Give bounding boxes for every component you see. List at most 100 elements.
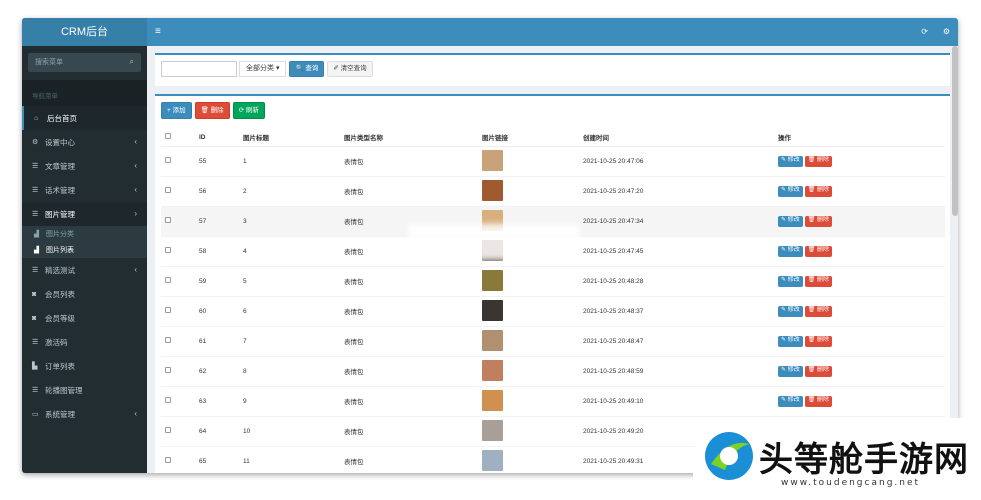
cell-type: 表情包 [344,145,482,176]
sidebar-item[interactable]: ☰ 轮播图管理 [22,378,147,402]
chevron-icon[interactable]: ‹ [134,409,137,418]
cell-title: 11 [243,445,344,473]
row-checkbox[interactable] [165,187,171,193]
sidebar-item[interactable]: ☰ 精选测试 ‹ [22,258,147,282]
submenu-item[interactable]: ▟ 图片分类 [22,226,147,242]
delete-button[interactable]: 🗑 删除 [194,102,230,119]
row-checkbox[interactable] [165,157,171,163]
image-thumbnail[interactable] [482,179,503,201]
refresh-icon[interactable]: ⟳ [921,27,928,36]
sidebar-item[interactable]: ◙ 会员等级 [22,306,147,330]
select-all-checkbox[interactable] [165,133,171,140]
edit-button[interactable]: ✎ 修改 [778,305,803,317]
row-checkbox[interactable] [165,427,171,433]
row-checkbox[interactable] [165,457,171,464]
search-icon[interactable]: ⌕ [130,57,134,67]
sidebar-item[interactable]: ☰ 文章管理 ‹ [22,154,147,178]
watermark-title: 头等舱手游网 [759,440,969,480]
table-row[interactable]: 62 8 表情包 2021-10-25 20:48:59 ✎ 修改 🗑 删除 [161,355,945,386]
sidebar-item[interactable]: ☰ 图片管理 › [22,202,147,226]
table-row[interactable]: 61 7 表情包 2021-10-25 20:48:47 ✎ 修改 🗑 删除 [161,325,945,356]
col-link[interactable]: 图片链接 [482,129,583,147]
row-checkbox[interactable] [165,337,171,343]
row-delete-button[interactable]: 🗑 删除 [804,275,832,287]
row-checkbox[interactable] [165,307,171,313]
row-delete-button[interactable]: 🗑 删除 [804,215,832,227]
col-created[interactable]: 创建时间 [583,129,778,147]
edit-button[interactable]: ✎ 修改 [778,275,803,287]
col-id[interactable]: ID [199,129,243,147]
cell-id: 65 [199,445,243,473]
edit-button[interactable]: ✎ 修改 [778,335,803,347]
keyword-input[interactable] [161,61,237,77]
sidebar-item-label: 话术管理 [45,185,75,195]
sidebar-item[interactable]: ☰ 话术管理 ‹ [22,178,147,202]
menu-search-input[interactable] [28,53,141,72]
edit-button[interactable]: ✎ 修改 [778,215,803,227]
cell-type: 表情包 [344,325,482,356]
row-checkbox[interactable] [165,247,171,253]
user-icon: ◙ [32,314,37,322]
col-type[interactable]: 图片类型名称 [344,129,482,147]
image-thumbnail[interactable] [482,299,503,321]
edit-button[interactable]: ✎ 修改 [778,395,803,407]
row-delete-button[interactable]: 🗑 删除 [804,335,832,347]
row-checkbox[interactable] [165,217,171,223]
image-thumbnail[interactable] [482,269,503,291]
row-delete-button[interactable]: 🗑 删除 [804,365,832,377]
image-thumbnail[interactable] [482,149,503,171]
cell-created: 2021-10-25 20:47:20 [583,175,778,206]
sidebar-item[interactable]: ⌂ 后台首页 [22,106,147,130]
table-row[interactable]: 59 5 表情包 2021-10-25 20:48:28 ✎ 修改 🗑 删除 [161,265,945,296]
query-button[interactable]: 🔍 查询 [289,61,325,77]
settings-icon[interactable]: ⚙ [943,27,950,36]
chevron-icon[interactable]: ‹ [134,161,137,170]
submenu-item[interactable]: ▟ 图片列表 [22,242,147,258]
edit-button[interactable]: ✎ 修改 [778,155,803,167]
chevron-icon[interactable]: ‹ [134,265,137,274]
row-delete-button[interactable]: 🗑 删除 [804,305,832,317]
row-checkbox[interactable] [165,397,171,403]
image-thumbnail[interactable] [482,419,503,441]
table-row[interactable]: 63 9 表情包 2021-10-25 20:49:10 ✎ 修改 🗑 删除 [161,385,945,416]
category-select[interactable]: 全部分类 ▾ [239,61,287,77]
row-checkbox[interactable] [165,277,171,283]
sidebar-item[interactable]: ▙ 订单列表 [22,354,147,378]
sidebar-item[interactable]: ◙ 会员列表 [22,282,147,306]
cell-title: 3 [243,205,344,236]
image-thumbnail[interactable] [482,359,503,381]
image-thumbnail[interactable] [482,329,503,351]
brand-logo[interactable]: CRM后台 [22,18,147,46]
chevron-icon[interactable]: › [134,209,137,218]
chevron-icon[interactable]: ‹ [134,137,137,146]
add-button[interactable]: + 添加 [161,102,192,119]
row-delete-button[interactable]: 🗑 删除 [804,245,832,257]
table-row[interactable]: 55 1 表情包 2021-10-25 20:47:06 ✎ 修改 🗑 删除 [161,145,945,176]
chart-icon: ▟ [34,247,39,254]
row-delete-button[interactable]: 🗑 删除 [804,155,832,167]
chevron-icon[interactable]: ‹ [134,185,137,194]
edit-button[interactable]: ✎ 修改 [778,245,803,257]
image-thumbnail[interactable] [482,389,503,411]
refresh-button[interactable]: ⟳ 刷新 [232,102,265,119]
user-icon: ◙ [32,290,37,298]
edit-button[interactable]: ✎ 修改 [778,185,803,197]
row-checkbox[interactable] [165,367,171,373]
clear-query-button[interactable]: ✐ 清空查询 [327,61,373,77]
row-delete-button[interactable]: 🗑 删除 [804,395,832,407]
sidebar-item[interactable]: ☰ 激活码 [22,330,147,354]
edit-button[interactable]: ✎ 修改 [778,365,803,377]
list-icon: ☰ [32,267,39,274]
cell-type: 表情包 [344,175,482,206]
row-delete-button[interactable]: 🗑 删除 [804,185,832,197]
scrollbar[interactable] [952,46,958,216]
col-title[interactable]: 图片标题 [243,129,344,147]
table-row[interactable]: 56 2 表情包 2021-10-25 20:47:20 ✎ 修改 🗑 删除 [161,175,945,206]
sidebar-item[interactable]: ⚙ 设置中心 ‹ [22,130,147,154]
menu-toggle-icon[interactable]: ≡ [155,26,161,37]
table-row[interactable]: 60 6 表情包 2021-10-25 20:48:37 ✎ 修改 🗑 删除 [161,295,945,326]
sidebar-item[interactable]: ▭ 系统管理 ‹ [22,402,147,426]
cell-title: 6 [243,295,344,326]
image-thumbnail[interactable] [482,449,503,471]
cell-id: 64 [199,415,243,446]
